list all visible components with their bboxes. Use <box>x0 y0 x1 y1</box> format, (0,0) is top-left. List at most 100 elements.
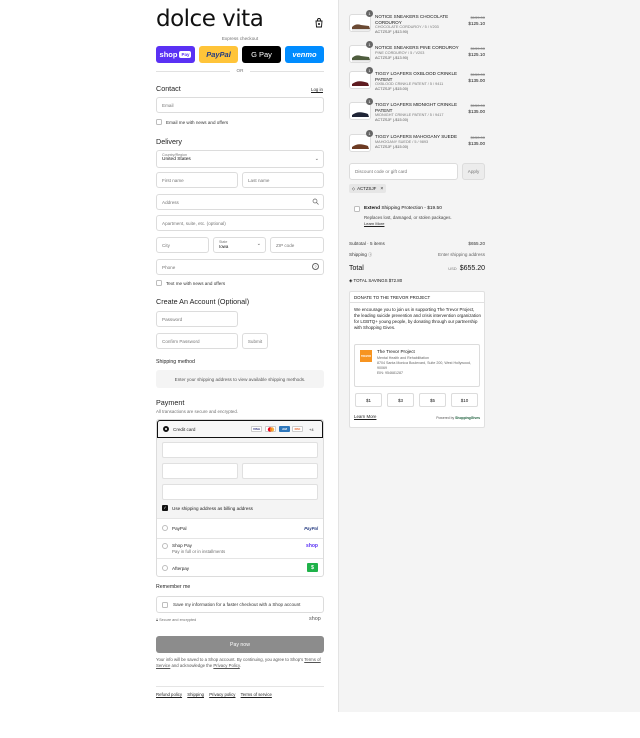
submit-button[interactable]: Submit <box>242 333 268 349</box>
subtotal-label: Subtotal · 5 items <box>349 241 385 246</box>
chevron-down-icon: ⌄ <box>256 241 261 247</box>
footer-links: Refund policy Shipping Privacy policy Te… <box>156 692 276 697</box>
password-field[interactable]: Password <box>156 311 238 327</box>
payment-heading: Payment <box>156 398 185 407</box>
donate-amount-button[interactable]: $1 <box>355 393 382 407</box>
extend-checkbox[interactable] <box>354 206 360 212</box>
donation-body: We encourage you to join us in supportin… <box>354 307 481 330</box>
item-price: $150.00 $135.00 <box>436 72 485 84</box>
secure-note: 🔒︎ Secure and encrypted <box>156 618 196 622</box>
donate-amount-button[interactable]: $3 <box>387 393 414 407</box>
zip-field[interactable]: ZIP code <box>270 237 324 253</box>
brand-logo[interactable]: dolce vita <box>156 6 264 32</box>
donation-learn-more[interactable]: Learn More <box>354 414 376 419</box>
shop-pay-option[interactable]: Shop Pay Pay in full or in installments … <box>157 538 323 558</box>
afterpay-radio[interactable] <box>162 565 168 571</box>
paypal-button[interactable]: PayPal <box>199 46 238 63</box>
phone-placeholder: Phone <box>162 264 176 270</box>
afterpay-logo: $ <box>307 563 318 572</box>
remember-me-checkbox[interactable] <box>162 601 168 608</box>
product-discount: ACTZSJF (-$15.00) <box>375 118 409 123</box>
pay-now-button[interactable]: Pay now <box>156 636 324 653</box>
city-field[interactable]: City <box>156 237 209 253</box>
delivery-heading: Delivery <box>156 137 182 146</box>
shipping-method-heading: Shipping method <box>156 359 195 365</box>
refund-policy-link[interactable]: Refund policy <box>156 692 182 697</box>
expiry-field[interactable] <box>162 463 238 479</box>
donate-amount-button[interactable]: $10 <box>451 393 478 407</box>
paypal-option[interactable]: PayPal PayPal <box>157 518 323 538</box>
name-on-card-field[interactable] <box>162 484 318 500</box>
shopping-bag-icon[interactable] <box>314 15 324 28</box>
email-news-checkbox[interactable] <box>156 119 162 125</box>
apartment-field[interactable]: Apartment, suite, etc. (optional) <box>156 215 324 231</box>
charity-card[interactable]: TREVOR The Trevor Project Mental Health … <box>354 344 480 387</box>
quantity-badge: 1 <box>366 10 373 17</box>
item-price: $150.00 $135.00 <box>436 135 485 147</box>
address-field[interactable]: Address <box>156 194 324 210</box>
confirm-password-field[interactable]: Confirm Password <box>156 333 238 349</box>
terms-of-service-link[interactable]: Terms of service <box>241 692 272 697</box>
donation-header: DONATE TO THE TREVOR PROJECT <box>350 292 484 303</box>
shop-pay-radio[interactable] <box>162 543 168 549</box>
savings-tag-icon: ◈ <box>349 278 353 283</box>
privacy-link[interactable]: Privacy Policy <box>213 663 239 668</box>
apply-button[interactable]: Apply <box>462 163 485 180</box>
close-icon[interactable]: × <box>380 186 383 192</box>
country-select[interactable]: Country/Region United States ⌄ <box>156 150 324 168</box>
payment-subtitle: All transactions are secure and encrypte… <box>156 409 239 414</box>
contact-heading: Contact <box>156 84 181 93</box>
shop-pay-text: shop <box>159 50 178 59</box>
item-price: $139.00 $125.10 <box>436 46 485 58</box>
text-news-label: Text me with news and offers <box>166 281 226 286</box>
country-value: United States <box>162 157 191 162</box>
last-name-field[interactable]: Last name <box>242 172 324 188</box>
discount-code-field[interactable]: Discount code or gift card <box>349 163 458 180</box>
credit-card-option[interactable]: Credit card VISA AM DISC +4 <box>157 420 323 438</box>
donation-widget: DONATE TO THE TREVOR PROJECT We encourag… <box>349 291 485 428</box>
shipping-link[interactable]: Shipping <box>187 692 204 697</box>
shop-pay-button[interactable]: shop Pay <box>156 46 195 63</box>
sale-price: $135.00 <box>468 141 485 146</box>
paypal-radio[interactable] <box>162 525 168 531</box>
billing-same-checkbox[interactable]: ✓ <box>162 505 168 511</box>
quantity-badge: 1 <box>366 41 373 48</box>
subtotal-row: Subtotal · 5 items $655.20 <box>349 241 485 246</box>
lock-icon: 🔒︎ <box>156 618 159 622</box>
afterpay-label: Afterpay <box>172 566 190 571</box>
remember-me-heading: Remember me <box>156 584 191 590</box>
secure-label: Secure and encrypted <box>159 618 197 622</box>
venmo-button[interactable]: venmo <box>285 46 324 63</box>
donate-amount-button[interactable]: $5 <box>419 393 446 407</box>
first-name-field[interactable]: First name <box>156 172 238 188</box>
extend-learn-more[interactable]: Learn More <box>364 221 384 226</box>
address-placeholder: Address <box>162 199 179 205</box>
text-news-checkbox[interactable] <box>156 280 162 286</box>
product-discount: ACTZSJF (-$13.90) <box>375 30 409 35</box>
discover-icon: DISC <box>292 426 303 432</box>
privacy-policy-link[interactable]: Privacy policy <box>209 692 235 697</box>
currency-label: USD <box>448 266 457 271</box>
card-number-field[interactable] <box>162 442 318 458</box>
afterpay-option[interactable]: Afterpay $ <box>157 558 323 577</box>
trevor-logo: TREVOR <box>360 350 372 362</box>
info-icon[interactable]: ⓘ <box>368 252 372 257</box>
phone-field[interactable]: Phone ? <box>156 259 324 275</box>
card-form: ✓ Use shipping address as billing addres… <box>157 438 323 518</box>
state-select[interactable]: State Iowa ⌄ <box>213 237 266 253</box>
email-news-label: Email me with news and offers <box>166 120 229 125</box>
credit-card-radio[interactable] <box>163 426 169 432</box>
quantity-badge: 1 <box>366 67 373 74</box>
remember-me-option[interactable]: Save my information for a faster checkou… <box>156 596 324 613</box>
shop-pay-label: Shop Pay <box>172 543 192 548</box>
login-link[interactable]: Log in <box>311 87 323 92</box>
google-pay-button[interactable]: G Pay <box>242 46 281 63</box>
powered-by: Powered by ShoppingGives <box>436 416 480 420</box>
total-value: $655.20 <box>459 265 485 272</box>
help-icon[interactable]: ? <box>312 263 319 270</box>
billing-same-label: Use shipping address as billing address <box>172 506 253 511</box>
email-field[interactable]: Email <box>156 97 324 113</box>
security-code-field[interactable] <box>242 463 318 479</box>
quantity-badge: 1 <box>366 98 373 105</box>
product-discount: ACTZSJF (-$15.00) <box>375 87 409 92</box>
